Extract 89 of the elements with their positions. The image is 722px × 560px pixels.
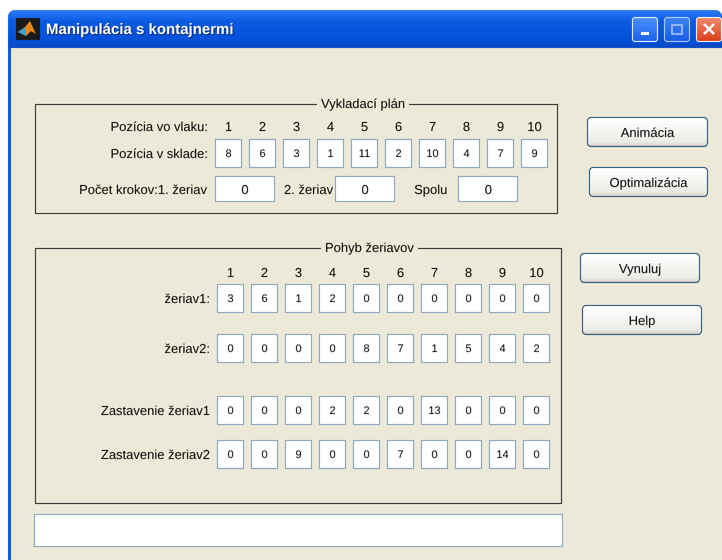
value-field[interactable]: 0 <box>523 284 550 313</box>
value-field[interactable]: 14 <box>489 440 516 469</box>
value-field[interactable]: 7 <box>387 334 414 363</box>
value-field[interactable]: 9 <box>285 440 312 469</box>
field-label: Počet krokov:1. žeriav <box>79 182 207 196</box>
value-field[interactable]: 10 <box>419 139 446 168</box>
value-field[interactable]: 0 <box>387 284 414 313</box>
value-field[interactable]: 8 <box>215 139 242 168</box>
value-field[interactable]: 0 <box>217 396 244 425</box>
value-field[interactable]: 4 <box>489 334 516 363</box>
value-field[interactable]: 0 <box>387 396 414 425</box>
value-field[interactable]: 0 <box>251 396 278 425</box>
column-header: 10 <box>526 118 543 134</box>
column-header: 7 <box>430 264 440 280</box>
column-header: 2 <box>260 264 270 280</box>
action-button[interactable]: Vynuluj <box>580 253 700 283</box>
column-header: 9 <box>496 118 506 134</box>
value-field[interactable]: 2 <box>523 334 550 363</box>
value-field[interactable]: 6 <box>251 284 278 313</box>
row-label: žeriav1: <box>164 291 210 306</box>
count-field[interactable]: 0 <box>215 176 275 202</box>
action-button[interactable]: Optimalizácia <box>589 167 708 197</box>
column-header: 7 <box>428 118 438 134</box>
column-header: 1 <box>226 264 236 280</box>
column-header: 10 <box>528 264 545 280</box>
value-field[interactable]: 0 <box>251 440 278 469</box>
column-header: 8 <box>464 264 474 280</box>
window-title: Manipulácia s kontajnermi <box>46 20 234 38</box>
value-field[interactable]: 2 <box>319 284 346 313</box>
column-header: 6 <box>394 118 404 134</box>
value-field[interactable]: 5 <box>455 334 482 363</box>
value-field[interactable]: 2 <box>319 396 346 425</box>
value-field[interactable]: 3 <box>283 139 310 168</box>
value-field[interactable]: 1 <box>285 284 312 313</box>
column-header: 4 <box>328 264 338 280</box>
value-field[interactable]: 0 <box>353 284 380 313</box>
value-field[interactable]: 13 <box>421 396 448 425</box>
value-field[interactable]: 2 <box>385 139 412 168</box>
value-field[interactable]: 0 <box>421 440 448 469</box>
value-field[interactable]: 9 <box>521 139 548 168</box>
column-header: 1 <box>224 118 234 134</box>
column-header: 6 <box>396 264 406 280</box>
value-field[interactable]: 0 <box>523 396 550 425</box>
value-field[interactable]: 0 <box>217 440 244 469</box>
value-field[interactable]: 7 <box>487 139 514 168</box>
count-field[interactable]: 0 <box>458 176 518 202</box>
action-button[interactable]: Animácia <box>587 117 708 147</box>
value-field[interactable]: 0 <box>353 440 380 469</box>
value-field[interactable]: 1 <box>421 334 448 363</box>
column-header: 8 <box>462 118 472 134</box>
value-field[interactable]: 0 <box>251 334 278 363</box>
value-field[interactable]: 0 <box>319 334 346 363</box>
value-field[interactable]: 1 <box>317 139 344 168</box>
row-label: Zastavenie žeriav1 <box>100 403 210 418</box>
value-field[interactable]: 0 <box>217 334 244 363</box>
row-label: žeriav2: <box>164 341 210 356</box>
row-label: Pozícia vo vlaku: <box>110 118 208 134</box>
row-label: Pozícia v sklade: <box>110 146 208 161</box>
column-header: 2 <box>258 118 268 134</box>
value-field[interactable]: 7 <box>387 440 414 469</box>
value-field[interactable]: 0 <box>319 440 346 469</box>
value-field[interactable]: 0 <box>489 284 516 313</box>
value-field[interactable]: 4 <box>453 139 480 168</box>
column-header: 3 <box>292 118 302 134</box>
column-header: 5 <box>362 264 372 280</box>
count-field[interactable]: 0 <box>335 176 396 202</box>
value-field[interactable]: 11 <box>351 139 378 168</box>
value-field[interactable]: 0 <box>523 440 550 469</box>
row-label: Zastavenie žeriav2 <box>100 447 210 462</box>
value-field[interactable]: 8 <box>353 334 380 363</box>
value-field[interactable]: 0 <box>455 284 482 313</box>
value-field[interactable]: 0 <box>421 284 448 313</box>
column-header: 4 <box>326 118 336 134</box>
field-label: 2. žeriav <box>284 182 334 196</box>
column-header: 5 <box>360 118 370 134</box>
field-label: Spolu <box>414 182 448 196</box>
value-field[interactable]: 6 <box>249 139 276 168</box>
action-button[interactable]: Help <box>582 305 702 335</box>
value-field[interactable]: 2 <box>353 396 380 425</box>
column-header: 3 <box>294 264 304 280</box>
panel-title: Vykladací plán <box>317 96 410 111</box>
value-field[interactable]: 0 <box>285 396 312 425</box>
value-field[interactable]: 0 <box>489 396 516 425</box>
value-field[interactable]: 0 <box>455 440 482 469</box>
column-header: 9 <box>498 264 508 280</box>
value-field[interactable]: 0 <box>455 396 482 425</box>
value-field[interactable]: 3 <box>217 284 244 313</box>
value-field[interactable]: 0 <box>285 334 312 363</box>
panel-title: Pohyb žeriavov <box>321 240 418 255</box>
